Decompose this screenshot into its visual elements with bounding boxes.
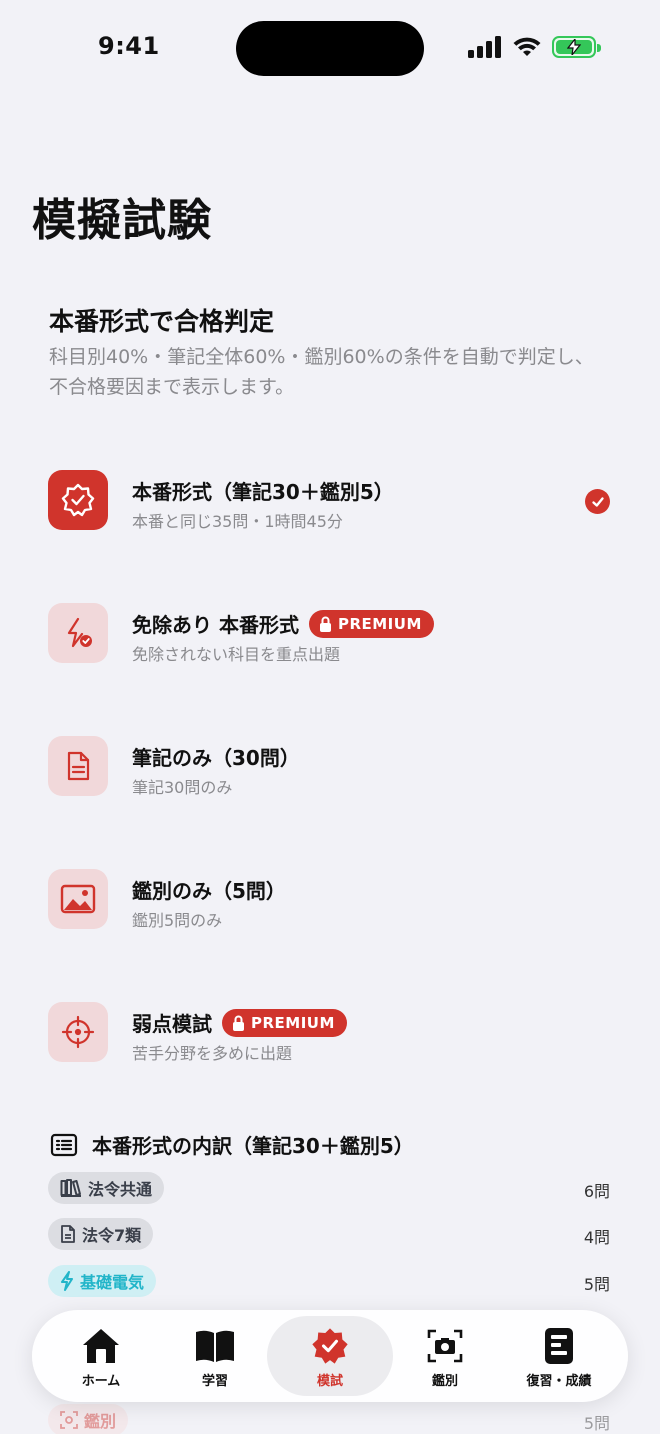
- mode-name: 免除あり 本番形式: [132, 613, 299, 637]
- list-icon: [50, 1133, 78, 1156]
- breakdown-header: 本番形式の内訳（筆記30＋鑑別5）: [50, 1130, 414, 1159]
- tab-identification[interactable]: 鑑別: [386, 1310, 504, 1402]
- crosshair-icon: [48, 1002, 108, 1062]
- mode-item-weakness[interactable]: 弱点模試 PREMIUM 苦手分野を多めに出題: [0, 998, 660, 1070]
- mode-name: 本番形式（筆記30＋鑑別5）: [132, 480, 394, 504]
- breakdown-title: 本番形式の内訳（筆記30＋鑑別5）: [92, 1134, 414, 1158]
- mode-item-identification[interactable]: 鑑別のみ（5問） 鑑別5問のみ: [0, 865, 660, 937]
- mode-subtitle: 免除されない科目を重点出題: [132, 645, 341, 664]
- question-count: 4問: [583, 1228, 610, 1247]
- subject-chip: 鑑別: [48, 1404, 129, 1434]
- tab-bar: ホーム 学習 模試 鑑別 復習・成績: [32, 1310, 628, 1402]
- question-count: 5問: [583, 1275, 610, 1294]
- document-icon: [61, 1225, 75, 1243]
- seal-check-icon: [48, 470, 108, 530]
- status-bar: 9:41: [0, 0, 660, 100]
- subject-chip: 基礎電気: [48, 1265, 157, 1297]
- home-icon: [83, 1329, 119, 1363]
- mode-item-exempt[interactable]: 免除あり 本番形式 PREMIUM 免除されない科目を重点出題: [0, 599, 660, 671]
- battery-icon: [552, 36, 601, 58]
- mode-name: 弱点模試: [132, 1012, 212, 1036]
- camera-icon: [427, 1329, 463, 1363]
- dynamic-island: [236, 21, 424, 76]
- lock-icon: [233, 1015, 244, 1031]
- seal-check-icon: [312, 1328, 348, 1364]
- bolt-icon: [61, 1271, 73, 1291]
- bolt-check-icon: [48, 603, 108, 663]
- image-icon: [48, 869, 108, 929]
- subject-chip: 法令7類: [48, 1218, 154, 1250]
- premium-badge: PREMIUM: [308, 609, 434, 638]
- book-icon: [196, 1330, 234, 1362]
- selected-check-icon: [585, 489, 610, 514]
- mode-name: 鑑別のみ（5問）: [132, 879, 286, 903]
- mode-subtitle: 本番と同じ35問・1時間45分: [132, 512, 343, 531]
- question-count: 6問: [583, 1182, 610, 1201]
- subject-chip: 法令共通: [48, 1172, 165, 1204]
- mode-subtitle: 苦手分野を多めに出題: [132, 1044, 293, 1063]
- status-icons: [468, 36, 601, 58]
- page-title: 模擬試験: [32, 195, 212, 246]
- books-icon: [60, 1179, 81, 1197]
- mode-item-written[interactable]: 筆記のみ（30問） 筆記30問のみ: [0, 732, 660, 804]
- lock-icon: [319, 616, 331, 632]
- wifi-icon: [513, 37, 541, 56]
- breakdown-row: 法令共通 6問: [0, 1172, 660, 1206]
- tab-mock-exam[interactable]: 模試: [267, 1316, 393, 1396]
- report-icon: [545, 1328, 573, 1364]
- document-icon: [48, 736, 108, 796]
- mode-subtitle: 鑑別5問のみ: [132, 911, 223, 930]
- tab-home[interactable]: ホーム: [42, 1310, 160, 1402]
- status-time: 9:41: [98, 32, 160, 60]
- breakdown-row: 基礎電気 5問: [0, 1265, 660, 1299]
- tab-review-results[interactable]: 復習・成績: [500, 1310, 618, 1402]
- cellular-signal-icon: [468, 36, 501, 58]
- premium-badge: PREMIUM: [222, 1008, 347, 1037]
- mode-subtitle: 筆記30問のみ: [132, 778, 233, 797]
- camera-scan-icon: [60, 1411, 78, 1429]
- intro-description: 科目別40%・筆記全体60%・鑑別60%の条件を自動で判定し、不合格要因まで表示…: [49, 346, 594, 398]
- breakdown-row: 法令7類 4問: [0, 1218, 660, 1252]
- mode-name: 筆記のみ（30問）: [132, 746, 300, 770]
- question-count: 5問: [583, 1414, 610, 1433]
- breakdown-row: 鑑別 5問: [0, 1404, 660, 1434]
- intro-title: 本番形式で合格判定: [49, 307, 275, 336]
- tab-study[interactable]: 学習: [156, 1310, 274, 1402]
- mode-item-full[interactable]: 本番形式（筆記30＋鑑別5） 本番と同じ35問・1時間45分: [0, 466, 660, 538]
